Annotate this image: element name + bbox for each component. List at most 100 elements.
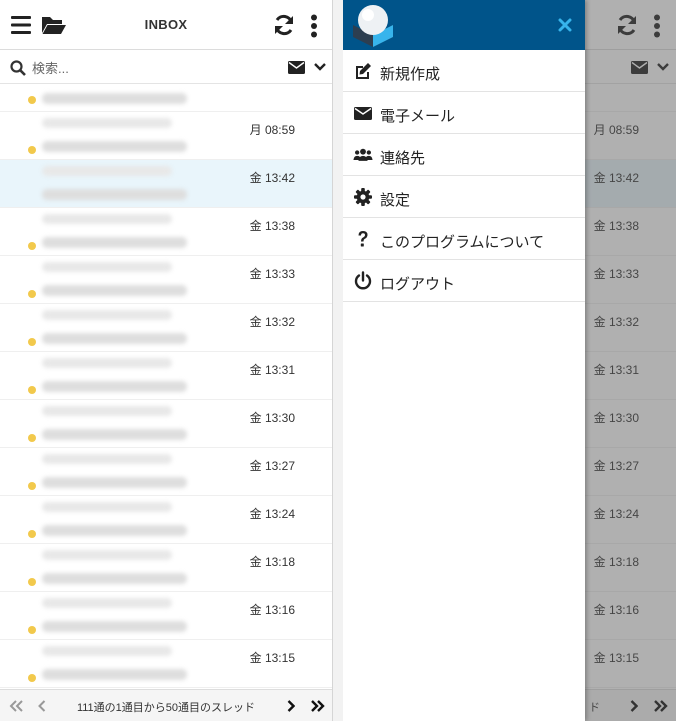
- message-row[interactable]: 金 13:15: [0, 640, 332, 688]
- more-vertical-icon[interactable]: [310, 14, 318, 38]
- message-date: 金 13:30: [249, 411, 295, 425]
- message-date: 金 13:15: [249, 651, 295, 665]
- message-subject-blurred: [42, 525, 187, 536]
- message-row[interactable]: 金 13:18: [0, 544, 332, 592]
- unread-dot: [28, 242, 36, 250]
- next-page-icon[interactable]: [287, 700, 295, 712]
- question-icon: [358, 231, 368, 247]
- unread-dot: [28, 146, 36, 154]
- last-page-icon[interactable]: [311, 700, 325, 712]
- menu-item-label: 新規作成: [380, 66, 441, 83]
- drawer-menu: 新規作成 電子メール 連絡先 設定 このプログラムについて ログアウト: [343, 50, 585, 302]
- menu-item-logout[interactable]: ログアウト: [343, 260, 585, 302]
- contacts-icon: [353, 148, 373, 161]
- unread-dot: [28, 96, 36, 104]
- unread-dot: [28, 482, 36, 490]
- message-from-blurred: [42, 262, 172, 272]
- message-subject-blurred: [42, 141, 187, 152]
- message-from-blurred: [42, 454, 172, 464]
- message-row[interactable]: 金 13:30: [0, 400, 332, 448]
- message-from-blurred: [42, 550, 172, 560]
- unread-dot: [28, 578, 36, 586]
- message-row[interactable]: 金 13:38: [0, 208, 332, 256]
- unread-dot: [28, 338, 36, 346]
- message-subject-blurred: [42, 189, 187, 200]
- menu-item-mail[interactable]: 電子メール: [343, 92, 585, 134]
- message-date: 金 13:31: [249, 363, 295, 377]
- header-bar: INBOX: [0, 0, 332, 50]
- message-from-blurred: [42, 502, 172, 512]
- menu-item-contacts[interactable]: 連絡先: [343, 134, 585, 176]
- message-row[interactable]: 金 13:33: [0, 256, 332, 304]
- message-subject-blurred: [42, 429, 187, 440]
- message-row[interactable]: 金 13:27: [0, 448, 332, 496]
- menu-item-label: 連絡先: [380, 150, 426, 167]
- message-date: 金 13:27: [249, 459, 295, 473]
- thread-count-text: 111通の1通目から50通目のスレッド: [76, 702, 256, 714]
- message-date: 金 13:32: [249, 315, 295, 329]
- roundcube-logo-icon: [353, 5, 393, 47]
- menu-item-label: このプログラムについて: [380, 234, 545, 251]
- message-subject-blurred: [42, 381, 187, 392]
- message-from-blurred: [42, 214, 172, 224]
- message-from-blurred: [42, 598, 172, 608]
- envelope-icon[interactable]: [288, 61, 305, 74]
- message-subject-blurred: [42, 477, 187, 488]
- gear-icon: [354, 188, 372, 206]
- message-row[interactable]: [0, 84, 332, 112]
- message-row[interactable]: 金 13:31: [0, 352, 332, 400]
- message-from-blurred: [42, 646, 172, 656]
- search-input[interactable]: [32, 57, 272, 79]
- refresh-icon[interactable]: [272, 13, 296, 37]
- menu-item-about[interactable]: このプログラムについて: [343, 218, 585, 260]
- message-subject-blurred: [42, 93, 187, 104]
- chevron-down-icon[interactable]: [314, 63, 326, 71]
- message-from-blurred: [42, 406, 172, 416]
- message-from-blurred: [42, 166, 172, 176]
- message-subject-blurred: [42, 669, 187, 680]
- menu-item-settings[interactable]: 設定: [343, 176, 585, 218]
- unread-dot: [28, 290, 36, 298]
- menu-item-label: ログアウト: [380, 276, 456, 293]
- message-subject-blurred: [42, 333, 187, 344]
- message-row[interactable]: 金 13:16: [0, 592, 332, 640]
- message-date: 金 13:24: [249, 507, 295, 521]
- message-row[interactable]: 金 13:32: [0, 304, 332, 352]
- message-subject-blurred: [42, 285, 187, 296]
- message-date: 金 13:42: [249, 171, 295, 185]
- message-subject-blurred: [42, 621, 187, 632]
- message-row-selected[interactable]: 金 13:42: [0, 160, 332, 208]
- message-subject-blurred: [42, 573, 187, 584]
- compose-icon: [356, 63, 371, 79]
- menu-item-label: 電子メール: [380, 108, 456, 125]
- message-subject-blurred: [42, 237, 187, 248]
- message-from-blurred: [42, 310, 172, 320]
- unread-dot: [28, 386, 36, 394]
- first-page-icon[interactable]: [9, 700, 23, 712]
- message-date: 金 13:16: [249, 603, 295, 617]
- message-date: 月 08:59: [249, 123, 295, 137]
- close-icon[interactable]: [558, 18, 572, 32]
- pagination-bar: 111通の1通目から50通目のスレッド: [0, 689, 332, 721]
- message-list: 月 08:59 金 13:42 金 13:38 金 13:33 金 13:32 …: [0, 84, 332, 688]
- menu-item-compose[interactable]: 新規作成: [343, 50, 585, 92]
- search-icon[interactable]: [10, 60, 26, 76]
- unread-dot: [28, 674, 36, 682]
- mail-list-pane: INBOX 月 08:59 金 13:42 金 13:38 金 13:33 金 …: [0, 0, 333, 721]
- message-from-blurred: [42, 358, 172, 368]
- unread-dot: [28, 434, 36, 442]
- message-row[interactable]: 月 08:59: [0, 112, 332, 160]
- message-date: 金 13:33: [249, 267, 295, 281]
- menu-item-label: 設定: [380, 192, 411, 209]
- message-date: 金 13:18: [249, 555, 295, 569]
- unread-dot: [28, 530, 36, 538]
- message-date: 金 13:38: [249, 219, 295, 233]
- navigation-drawer: 新規作成 電子メール 連絡先 設定 このプログラムについて ログアウト: [343, 0, 585, 721]
- envelope-icon: [354, 107, 372, 120]
- drawer-header: [343, 0, 585, 50]
- message-row[interactable]: 金 13:24: [0, 496, 332, 544]
- unread-dot: [28, 626, 36, 634]
- power-icon: [354, 271, 372, 290]
- mail-view-with-drawer: 月 08:59 金 13:42 金 13:38 金 13:33 金 13:32 …: [343, 0, 676, 721]
- message-from-blurred: [42, 118, 172, 128]
